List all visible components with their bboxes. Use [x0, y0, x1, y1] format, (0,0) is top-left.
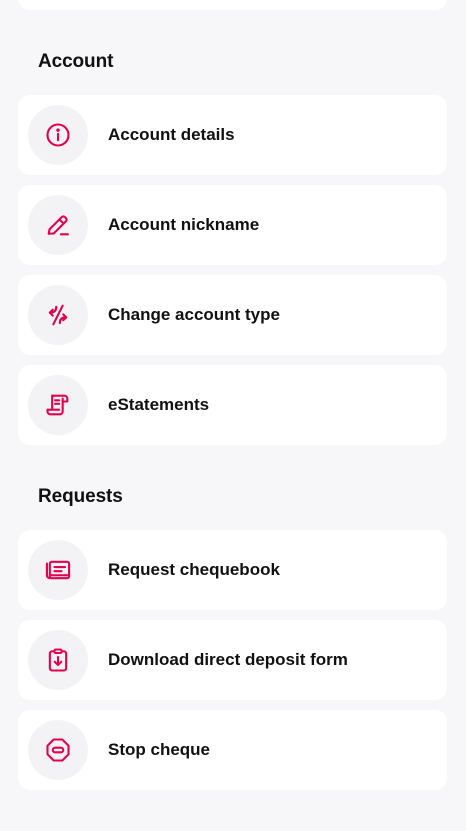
chequebook-icon: [28, 540, 88, 600]
scroll-document-icon: [28, 375, 88, 435]
section-title-requests: Requests: [38, 486, 123, 507]
estatements-label: eStatements: [108, 395, 210, 414]
swap-arrows-icon: [28, 285, 88, 345]
request-chequebook-label: Request chequebook: [108, 560, 280, 579]
change-account-type-item[interactable]: Change account type: [18, 275, 447, 355]
stop-octagon-icon: [28, 720, 88, 780]
request-chequebook-item[interactable]: Request chequebook: [18, 530, 447, 610]
estatements-item[interactable]: eStatements: [18, 365, 447, 445]
account-nickname-label: Account nickname: [108, 215, 260, 234]
pencil-icon: [28, 195, 88, 255]
info-circle-icon: [28, 105, 88, 165]
download-direct-deposit-form-item[interactable]: Download direct deposit form: [18, 620, 447, 700]
section-title-account: Account: [38, 51, 114, 72]
change-account-type-label: Change account type: [108, 305, 280, 324]
account-nickname-item[interactable]: Account nickname: [18, 185, 447, 265]
download-direct-deposit-form-label: Download direct deposit form: [108, 650, 348, 669]
previous-card: [18, 0, 447, 10]
account-details-label: Account details: [108, 125, 235, 144]
stop-cheque-item[interactable]: Stop cheque: [18, 710, 447, 790]
stop-cheque-label: Stop cheque: [108, 740, 211, 759]
account-details-item[interactable]: Account details: [18, 95, 447, 175]
clipboard-download-icon: [28, 630, 88, 690]
